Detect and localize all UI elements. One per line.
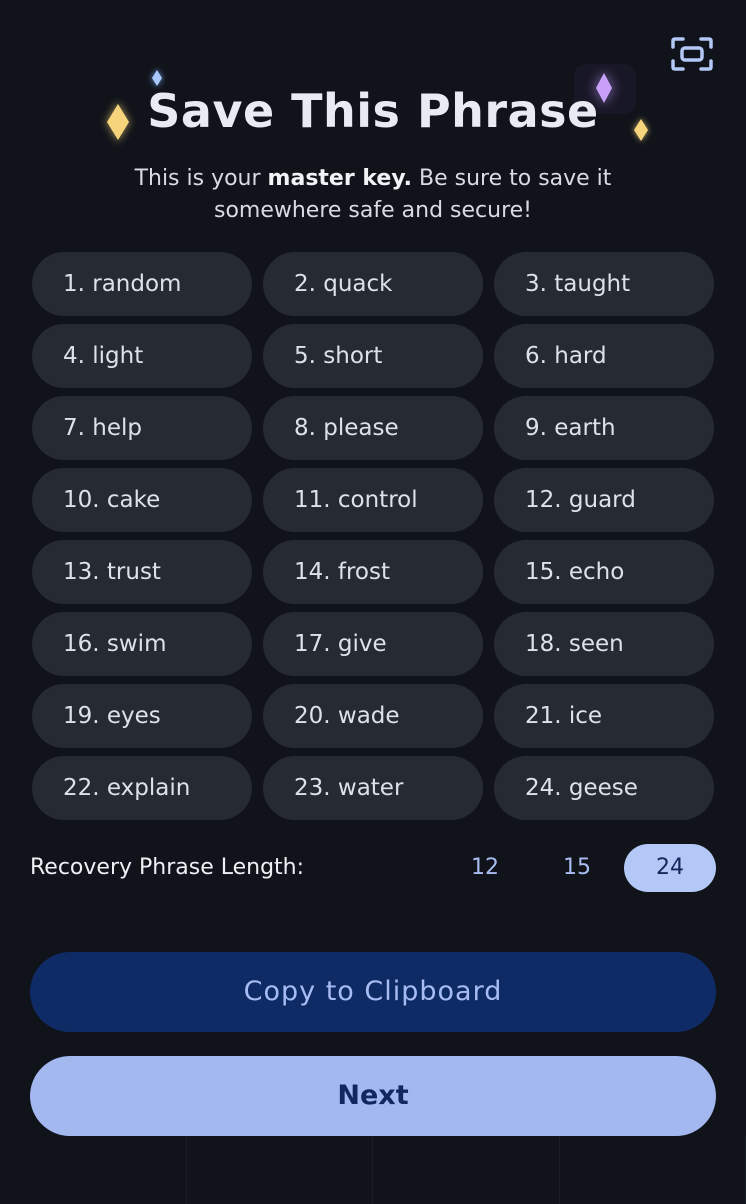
phrase-word: 21. ice [494, 684, 714, 748]
phrase-word: 3. taught [494, 252, 714, 316]
phrase-word: 24. geese [494, 756, 714, 820]
phrase-word: 14. frost [263, 540, 483, 604]
phrase-word: 13. trust [32, 540, 252, 604]
scan-button[interactable] [668, 34, 716, 74]
phrase-word: 23. water [263, 756, 483, 820]
strip-segment [0, 1136, 187, 1204]
next-button[interactable]: Next [30, 1056, 716, 1136]
phrase-word: 2. quack [263, 252, 483, 316]
bottom-divider-strip [0, 1136, 746, 1204]
phrase-word: 22. explain [32, 756, 252, 820]
phrase-word: 11. control [263, 468, 483, 532]
phrase-word: 18. seen [494, 612, 714, 676]
copy-to-clipboard-button[interactable]: Copy to Clipboard [30, 952, 716, 1032]
phrase-word: 9. earth [494, 396, 714, 460]
phrase-word: 8. please [263, 396, 483, 460]
phrase-word: 6. hard [494, 324, 714, 388]
strip-segment [187, 1136, 373, 1204]
length-option-12[interactable]: 12 [439, 844, 531, 892]
strip-segment [560, 1136, 746, 1204]
subtitle-prefix: This is your [134, 166, 268, 191]
phrase-word: 16. swim [32, 612, 252, 676]
phrase-word: 7. help [32, 396, 252, 460]
page-subtitle: This is your master key. Be sure to save… [120, 163, 626, 227]
phrase-length-label: Recovery Phrase Length: [30, 855, 305, 880]
subtitle-emphasis: master key. [267, 166, 412, 191]
recovery-phrase-grid: 1. random 2. quack 3. taught 4. light 5.… [32, 252, 714, 820]
length-option-15[interactable]: 15 [531, 844, 623, 892]
phrase-word: 12. guard [494, 468, 714, 532]
phrase-word: 17. give [263, 612, 483, 676]
phrase-length-selector: Recovery Phrase Length: 12 15 24 [30, 844, 716, 892]
page-title: Save This Phrase [147, 84, 599, 138]
length-option-24[interactable]: 24 [624, 844, 716, 892]
phrase-word: 10. cake [32, 468, 252, 532]
strip-segment [373, 1136, 560, 1204]
phrase-word: 4. light [32, 324, 252, 388]
phrase-word: 19. eyes [32, 684, 252, 748]
phrase-word: 15. echo [494, 540, 714, 604]
phrase-word: 1. random [32, 252, 252, 316]
phrase-word: 20. wade [263, 684, 483, 748]
phrase-word: 5. short [263, 324, 483, 388]
scan-frame-icon [671, 37, 713, 71]
